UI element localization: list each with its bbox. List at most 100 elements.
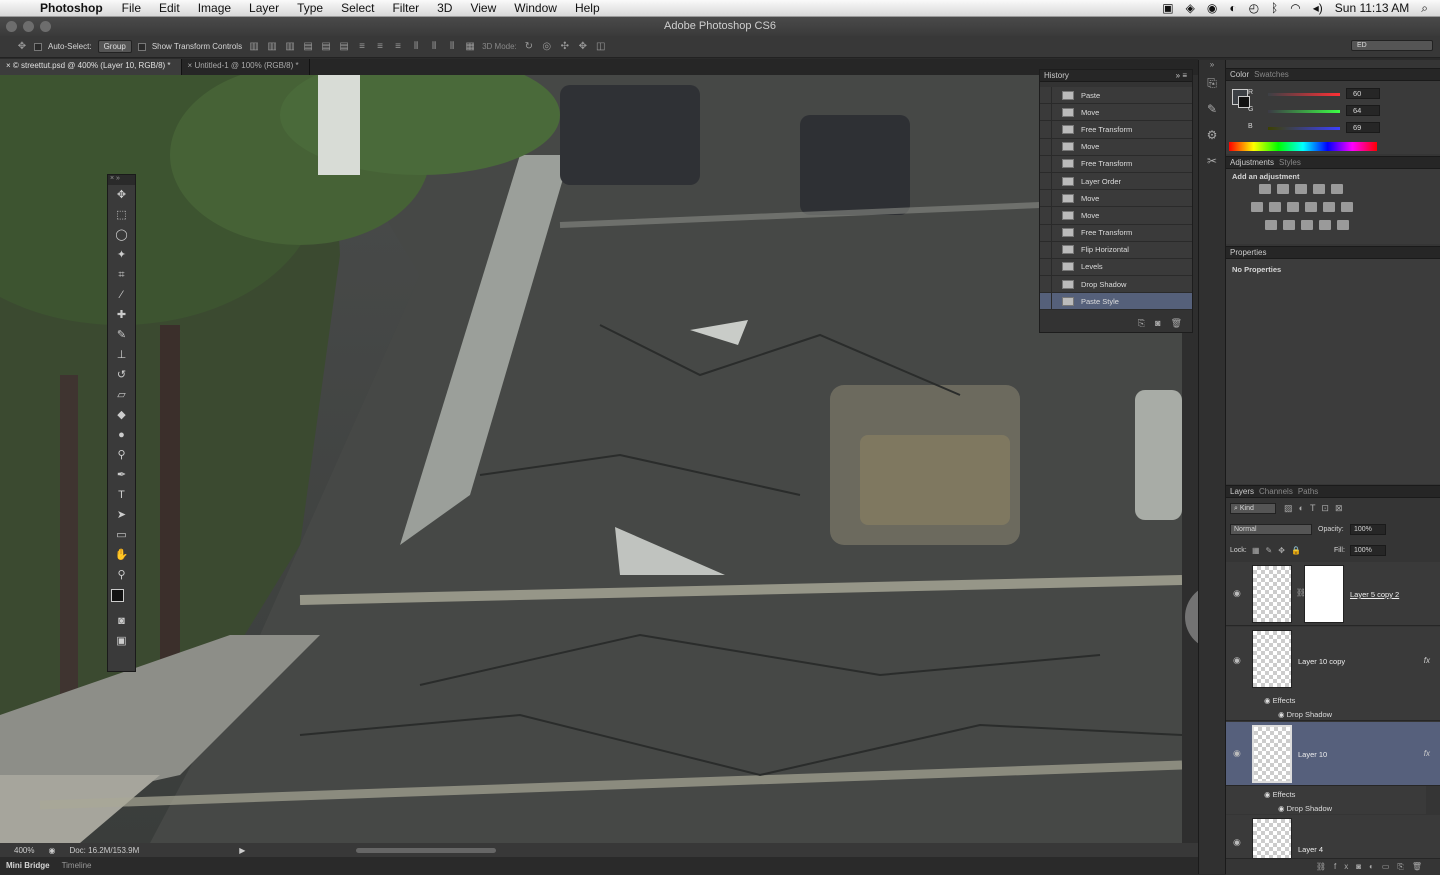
menu-layer[interactable]: Layer xyxy=(240,1,288,15)
history-item[interactable]: Levels xyxy=(1040,258,1192,277)
dodge-tool-icon[interactable]: ⚲ xyxy=(108,445,135,465)
distribute-bottom-icon[interactable]: ≡ xyxy=(392,41,404,53)
zoom-window-button[interactable] xyxy=(40,21,51,32)
zoom-level[interactable]: 400% xyxy=(14,846,34,855)
3d-slide-icon[interactable]: ✥ xyxy=(577,41,589,53)
tab-layers[interactable]: Layers xyxy=(1230,486,1259,497)
align-left-icon[interactable]: ▤ xyxy=(302,41,314,53)
visibility-eye-icon[interactable]: ◉ xyxy=(1233,655,1241,666)
auto-align-icon[interactable]: ▦ xyxy=(464,41,476,53)
toolbox-header[interactable]: × » xyxy=(108,175,135,185)
color-balance-icon[interactable] xyxy=(1269,202,1281,212)
history-item[interactable]: Flip Horizontal xyxy=(1040,241,1192,259)
path-selection-tool-icon[interactable]: ➤ xyxy=(108,505,135,525)
tab-adjustments[interactable]: Adjustments xyxy=(1230,157,1279,168)
tab-swatches[interactable]: Swatches xyxy=(1254,69,1294,80)
layer-row[interactable]: ◉ Layer 10 copy fx ◉ Effects ◉ Drop Shad… xyxy=(1226,627,1440,721)
posterize-icon[interactable] xyxy=(1283,220,1295,230)
marquee-tool-icon[interactable]: ⬚ xyxy=(108,205,135,225)
close-tab-icon[interactable]: × xyxy=(6,61,11,70)
invert-icon[interactable] xyxy=(1265,220,1277,230)
layer-effects-badge[interactable]: fx xyxy=(1424,749,1430,758)
menu-image[interactable]: Image xyxy=(189,1,240,15)
layer-mask-thumbnail[interactable] xyxy=(1304,565,1344,623)
history-item[interactable]: Move xyxy=(1040,104,1192,122)
layer-effects-badge[interactable]: fx xyxy=(1424,656,1430,665)
align-right-icon[interactable]: ▤ xyxy=(338,41,350,53)
adjustment-panel-icon[interactable]: ⚙ xyxy=(1199,122,1225,148)
video-icon[interactable]: ▣ xyxy=(1162,1,1173,15)
show-transform-checkbox[interactable] xyxy=(137,42,146,51)
channel-mixer-icon[interactable] xyxy=(1323,202,1335,212)
time-machine-icon[interactable]: ◴ xyxy=(1249,1,1259,15)
foreground-color-swatch[interactable] xyxy=(111,589,124,602)
history-panel-icon[interactable]: ⎘ xyxy=(1199,70,1225,96)
eraser-tool-icon[interactable]: ▱ xyxy=(108,385,135,405)
levels-icon[interactable] xyxy=(1277,184,1289,194)
history-item[interactable]: Drop Shadow xyxy=(1040,276,1192,294)
history-item[interactable]: Free Transform xyxy=(1040,121,1192,139)
brightness-icon[interactable] xyxy=(1259,184,1271,194)
dropbox-icon[interactable]: ◈ xyxy=(1186,1,1195,15)
new-document-from-state-icon[interactable]: ⎘ xyxy=(1138,318,1145,328)
drop-shadow-effect[interactable]: ◉ Drop Shadow xyxy=(1278,710,1332,719)
history-item[interactable]: Move xyxy=(1040,138,1192,156)
effects-label[interactable]: ◉ Effects xyxy=(1264,696,1295,705)
history-item[interactable]: Move xyxy=(1040,190,1192,208)
workspace-dropdown[interactable]: ED xyxy=(1351,40,1433,51)
3d-scale-icon[interactable]: ◫ xyxy=(595,41,607,53)
menu-type[interactable]: Type xyxy=(288,1,332,15)
photo-filter-icon[interactable] xyxy=(1305,202,1317,212)
layers-footer-icons[interactable]: ⛓fx◙◐▭⎘🗑 xyxy=(1226,859,1440,875)
sync-icon[interactable]: ◉ xyxy=(1207,1,1217,15)
tab-paths[interactable]: Paths xyxy=(1298,486,1323,497)
brush-panel-icon[interactable]: ✎ xyxy=(1199,96,1225,122)
history-item[interactable]: Free Transform xyxy=(1040,224,1192,242)
tab-untitled[interactable]: × Untitled-1 @ 100% (RGB/8) * xyxy=(182,59,310,75)
auto-select-checkbox[interactable] xyxy=(34,42,42,51)
distribute-top-icon[interactable]: ≡ xyxy=(356,41,368,53)
healing-brush-tool-icon[interactable]: ✚ xyxy=(108,305,135,325)
curves-icon[interactable] xyxy=(1295,184,1307,194)
camera-snapshot-icon[interactable]: ◙ xyxy=(1155,318,1160,328)
tab-mini-bridge[interactable]: Mini Bridge xyxy=(6,861,50,870)
tab-timeline[interactable]: Timeline xyxy=(62,861,92,870)
blur-tool-icon[interactable]: ● xyxy=(108,425,135,445)
menu-select[interactable]: Select xyxy=(332,1,383,15)
tool-presets-icon[interactable]: ✂ xyxy=(1199,148,1225,174)
menu-file[interactable]: File xyxy=(113,1,150,15)
menu-filter[interactable]: Filter xyxy=(383,1,428,15)
history-title[interactable]: History xyxy=(1044,70,1074,81)
menu-edit[interactable]: Edit xyxy=(150,1,189,15)
close-tab-icon[interactable]: × xyxy=(188,61,193,70)
blue-slider[interactable] xyxy=(1268,127,1340,130)
3d-roll-icon[interactable]: ◎ xyxy=(541,41,553,53)
green-value[interactable]: 64 xyxy=(1346,105,1380,116)
rectangle-tool-icon[interactable]: ▭ xyxy=(108,525,135,545)
distribute-hcenter-icon[interactable]: ⦀ xyxy=(428,41,440,53)
history-item[interactable]: Move xyxy=(1040,207,1192,225)
black-white-icon[interactable] xyxy=(1287,202,1299,212)
red-slider[interactable] xyxy=(1268,93,1340,96)
auto-select-dropdown[interactable]: Group xyxy=(97,40,132,53)
red-value[interactable]: 60 xyxy=(1346,88,1380,99)
selective-color-icon[interactable] xyxy=(1319,220,1331,230)
layer-row-selected[interactable]: ◉ Layer 10 fx xyxy=(1226,722,1440,786)
gradient-map-icon[interactable] xyxy=(1337,220,1349,230)
color-swatches[interactable] xyxy=(108,585,135,611)
distribute-vcenter-icon[interactable]: ≡ xyxy=(374,41,386,53)
fill-input[interactable]: 100% xyxy=(1350,545,1386,556)
collapse-arrows-icon[interactable]: » xyxy=(1199,60,1225,70)
quick-mask-icon[interactable]: ◙ xyxy=(108,611,135,631)
status-icon[interactable]: ◉ xyxy=(48,846,55,855)
visibility-eye-icon[interactable]: ◉ xyxy=(1233,588,1241,599)
wifi-icon[interactable]: ◠ xyxy=(1290,1,1300,15)
effects-label[interactable]: ◉ Effects xyxy=(1264,790,1295,799)
trash-icon[interactable]: 🗑 xyxy=(1171,318,1182,328)
close-window-button[interactable] xyxy=(6,21,17,32)
hue-saturation-icon[interactable] xyxy=(1251,202,1263,212)
align-hcenter-icon[interactable]: ▤ xyxy=(320,41,332,53)
history-item[interactable]: Free Transform xyxy=(1040,155,1192,173)
visibility-eye-icon[interactable]: ◉ xyxy=(1233,748,1241,759)
vibrance-icon[interactable] xyxy=(1331,184,1343,194)
